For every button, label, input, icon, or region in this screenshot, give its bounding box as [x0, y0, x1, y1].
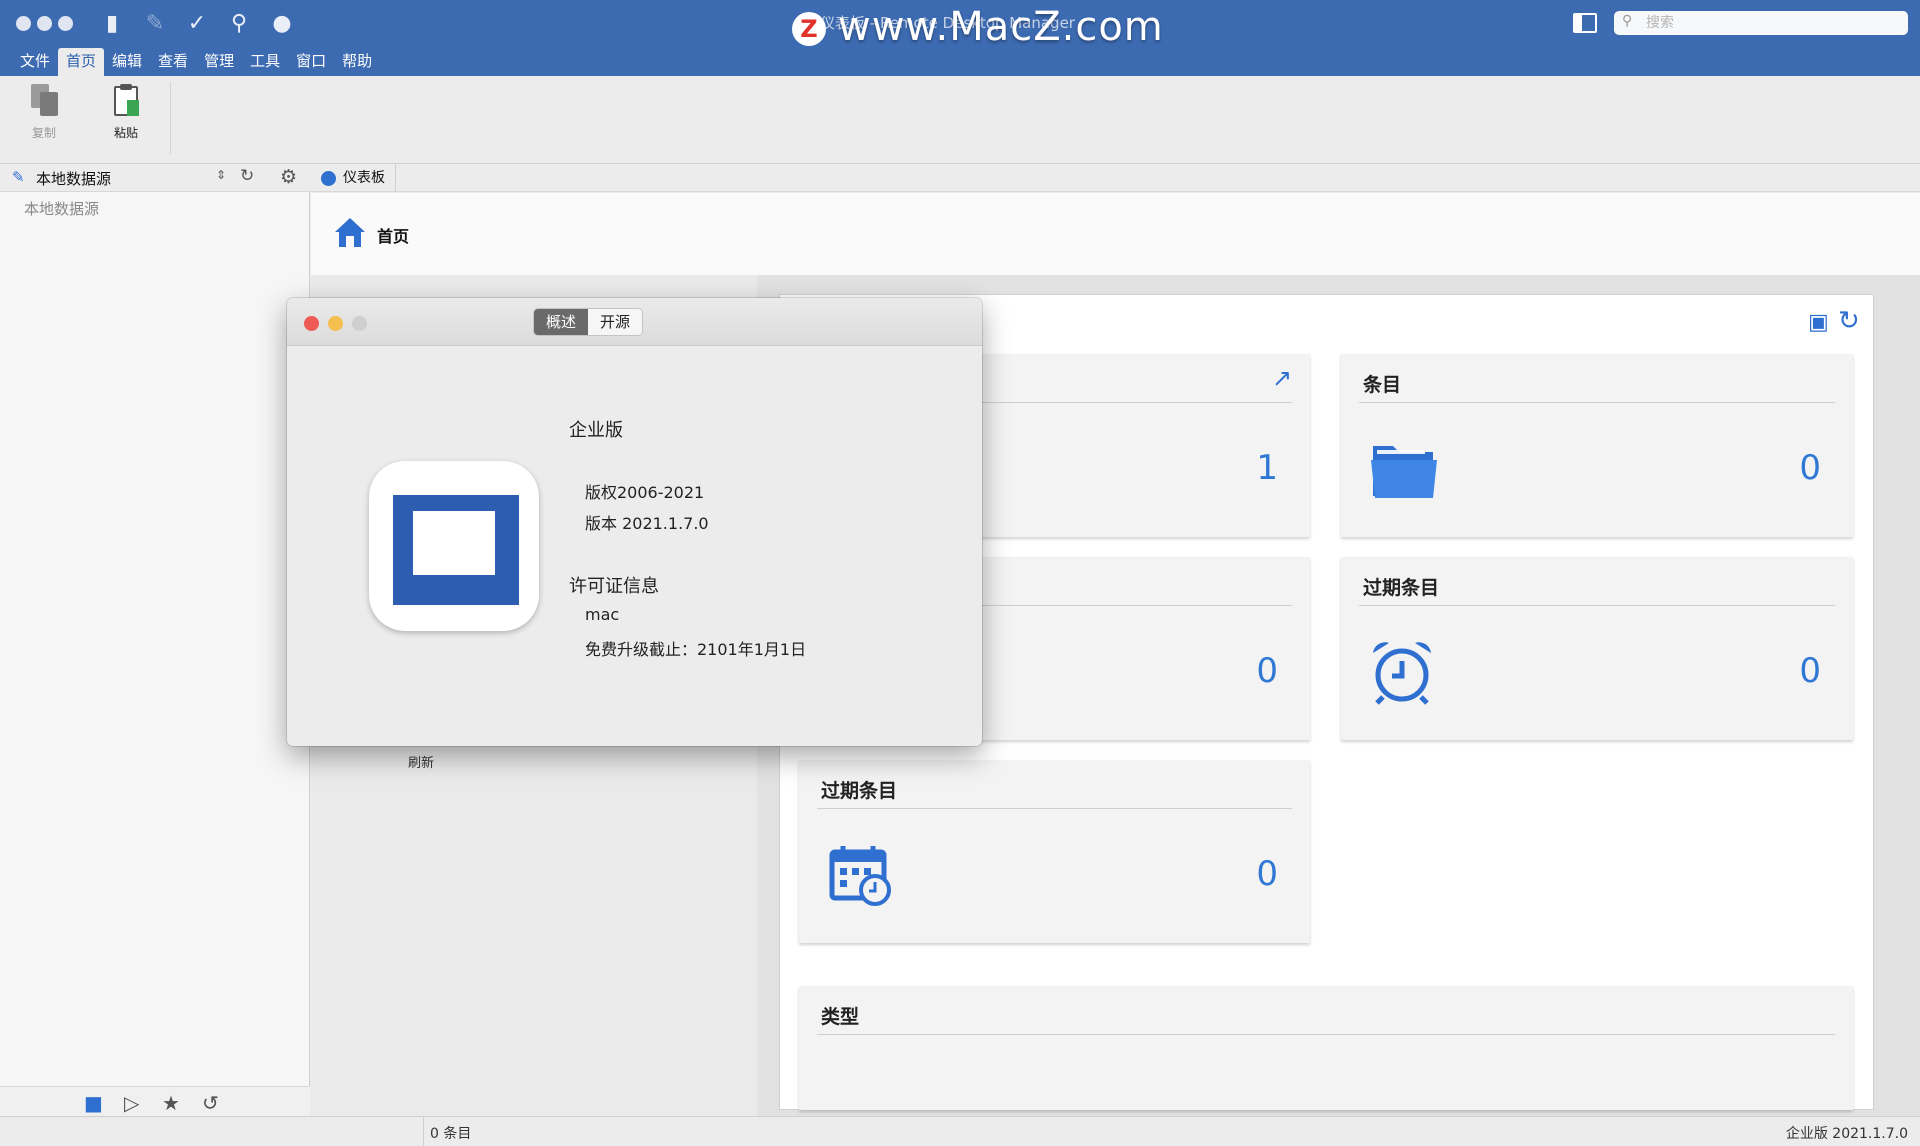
window-zoom-button[interactable]	[58, 16, 73, 31]
search-box[interactable]: ⚲	[1614, 11, 1908, 35]
card-title: 条目	[1363, 374, 1402, 396]
licensee-text: mac	[585, 605, 620, 624]
tree-item-datasource[interactable]: 本地数据源	[24, 198, 99, 219]
sidebar-toggle-icon[interactable]	[1573, 13, 1597, 33]
status-entry-count: 0 条目	[430, 1126, 472, 1142]
status-separator	[423, 1117, 424, 1146]
card-expiring-entries[interactable]: 过期条目 0	[799, 760, 1310, 943]
menu-tools[interactable]: 工具	[242, 48, 288, 76]
tab-overview[interactable]: 概述	[534, 309, 589, 335]
folder-icon	[1371, 446, 1437, 498]
card-value: 0	[1799, 448, 1821, 488]
tab-dashboard[interactable]: 仪表板	[315, 164, 396, 192]
copy-button[interactable]: 复制	[14, 84, 74, 146]
lock-icon[interactable]: ●	[268, 10, 296, 38]
card-divider	[817, 1034, 1835, 1035]
window-minimize-button[interactable]	[37, 16, 52, 31]
dashboard-icon	[321, 171, 336, 186]
datasource-header: ✎ 本地数据源 ⇕ ↻ ⚙	[0, 164, 310, 192]
home-icon[interactable]	[333, 215, 367, 249]
paste-icon	[111, 84, 141, 118]
history-icon[interactable]: ↺	[202, 1091, 219, 1115]
batch-edit-icon[interactable]: ✓	[183, 10, 211, 38]
about-dialog: 概述 开源 企业版 版权2006-2021 版本 2021.1.7.0 许可证信…	[287, 298, 982, 746]
navigation-pane: ✎ 本地数据源 ⇕ ↻ ⚙ 本地数据源 ■ ▷ ★ ↺	[0, 164, 310, 1116]
menu-view[interactable]: 查看	[150, 48, 196, 76]
paste-label: 粘贴	[113, 126, 138, 140]
refresh-link[interactable]: 刷新	[408, 752, 434, 771]
card-value: 0	[1256, 651, 1278, 691]
calendar-clock-icon	[829, 846, 891, 906]
card-divider	[1359, 402, 1835, 403]
dialog-titlebar: 概述 开源	[287, 298, 982, 346]
window-close-button[interactable]	[16, 16, 31, 31]
menu-help[interactable]: 帮助	[334, 48, 380, 76]
card-value: 0	[1799, 651, 1821, 691]
alarm-clock-icon	[1373, 642, 1431, 705]
ribbon-tabs: 文件 首页 编辑 查看 管理 工具 窗口 帮助	[12, 48, 380, 76]
license-heading: 许可证信息	[569, 576, 659, 597]
menu-file[interactable]: 文件	[12, 48, 58, 76]
tab-open-source[interactable]: 开源	[588, 309, 643, 335]
menu-home[interactable]: 首页	[58, 48, 105, 76]
search-input[interactable]	[1646, 13, 1896, 33]
ribbon: 复制 粘贴	[0, 76, 1920, 164]
play-icon[interactable]: ▷	[124, 1091, 139, 1115]
find-icon[interactable]: ⚲	[225, 10, 253, 38]
save-icon[interactable]: ▣	[1808, 310, 1829, 335]
datasource-selector[interactable]: 本地数据源	[36, 168, 111, 189]
breadcrumb: 首页	[311, 193, 1920, 275]
menu-edit[interactable]: 编辑	[104, 48, 150, 76]
edition-label: 企业版	[569, 420, 623, 441]
ribbon-separator	[170, 82, 171, 154]
card-divider	[1359, 605, 1835, 606]
dialog-close-button[interactable]	[304, 316, 319, 331]
about-tab-switcher: 概述 开源	[533, 308, 644, 336]
card-title: 过期条目	[1363, 577, 1440, 599]
reload-icon[interactable]: ↻	[1838, 306, 1860, 336]
refresh-icon[interactable]: ↻	[240, 166, 254, 186]
status-bar: 0 条目 企业版 2021.1.7.0	[0, 1116, 1920, 1146]
card-entries[interactable]: 条目 0	[1341, 354, 1853, 537]
card-types[interactable]: 类型	[799, 986, 1853, 1110]
status-version: 企业版 2021.1.7.0	[1785, 1126, 1908, 1142]
new-entry-icon[interactable]: ▮	[98, 10, 126, 38]
navigation-footer: ■ ▷ ★ ↺	[0, 1086, 310, 1116]
card-divider	[817, 808, 1292, 809]
card-expired-entries[interactable]: 过期条目 0	[1341, 557, 1853, 740]
version-text: 版本 2021.1.7.0	[585, 514, 709, 533]
menu-window[interactable]: 窗口	[288, 48, 334, 76]
dialog-minimize-button[interactable]	[328, 316, 343, 331]
gear-icon[interactable]: ⚙	[280, 166, 297, 188]
card-title: 类型	[821, 1006, 860, 1028]
title-bar: ▮ ✎ ✓ ⚲ ● 仪表板 - Remote Desktop Manager Z…	[0, 0, 1920, 76]
chevron-updown-icon[interactable]: ⇕	[216, 168, 226, 182]
breadcrumb-home[interactable]: 首页	[377, 223, 409, 247]
search-icon: ⚲	[1622, 13, 1633, 29]
card-value: 1	[1256, 448, 1278, 488]
paste-button[interactable]: 粘贴	[96, 84, 156, 146]
tab-dashboard-label: 仪表板	[343, 170, 385, 186]
star-icon[interactable]: ★	[162, 1091, 180, 1115]
card-value: 0	[1256, 854, 1278, 894]
external-link-icon[interactable]: ↗	[1272, 364, 1292, 392]
dialog-zoom-button[interactable]	[352, 316, 367, 331]
menu-manage[interactable]: 管理	[196, 48, 242, 76]
copy-label: 复制	[31, 126, 56, 140]
copy-icon	[29, 84, 59, 118]
card-title: 过期条目	[821, 780, 898, 802]
app-icon	[369, 461, 539, 631]
document-tabs: 仪表板	[311, 164, 1920, 192]
upgrade-until-text: 免费升级截止：2101年1月1日	[585, 640, 807, 659]
copyright-text: 版权2006-2021	[585, 483, 705, 502]
edit-icon[interactable]: ✎	[141, 10, 169, 38]
watermark: www.MacZ.com	[838, 4, 1164, 50]
datasource-edit-icon[interactable]: ✎	[12, 169, 28, 185]
app-icon-front-window	[407, 505, 501, 581]
folder-icon[interactable]: ■	[84, 1091, 103, 1115]
watermark-logo: Z	[792, 12, 826, 46]
